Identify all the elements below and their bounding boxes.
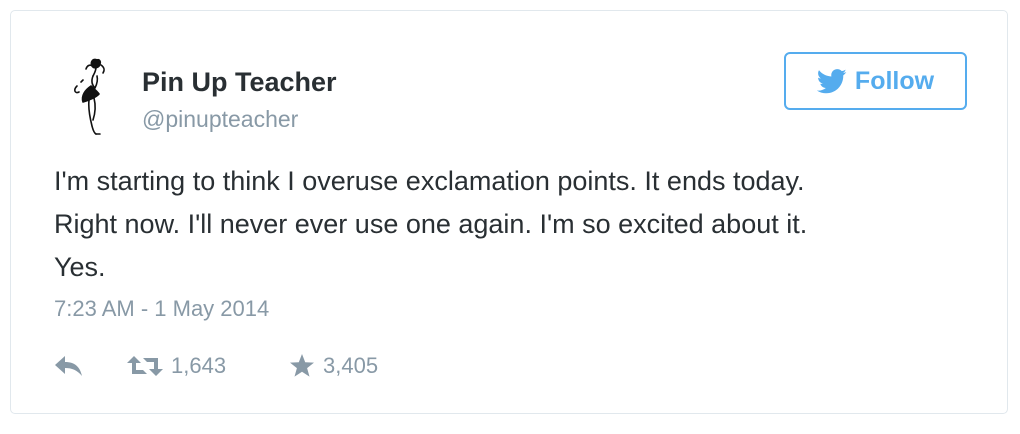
tweet-card: Pin Up Teacher @pinupteacher Follow I'm … — [10, 10, 1008, 414]
tweet-actions: 1,643 3,405 — [54, 351, 429, 381]
retweet-count: 1,643 — [171, 353, 227, 378]
follow-label: Follow — [854, 66, 935, 95]
favorite-button[interactable]: 3,405 — [289, 353, 429, 379]
star-icon — [290, 354, 314, 377]
favorite-count: 3,405 — [323, 353, 379, 378]
retweet-button[interactable]: 1,643 — [127, 353, 289, 379]
tweet-line: Right now. I'll never ever use one again… — [54, 209, 808, 239]
avatar[interactable] — [63, 54, 119, 138]
retweet-icon — [127, 356, 163, 376]
author-handle[interactable]: @pinupteacher — [142, 105, 298, 133]
reply-icon — [55, 356, 82, 376]
tweet-text: I'm starting to think I overuse exclamat… — [54, 160, 984, 289]
twitter-bird-icon — [816, 68, 847, 93]
author-name[interactable]: Pin Up Teacher — [142, 66, 337, 98]
follow-button[interactable]: Follow — [784, 52, 967, 110]
tweet-line: Yes. — [54, 252, 106, 282]
pinup-girl-sketch-icon — [74, 58, 105, 135]
tweet-timestamp[interactable]: 7:23 AM - 1 May 2014 — [54, 295, 269, 323]
tweet-line: I'm starting to think I overuse exclamat… — [54, 166, 805, 196]
reply-button[interactable] — [54, 355, 127, 377]
